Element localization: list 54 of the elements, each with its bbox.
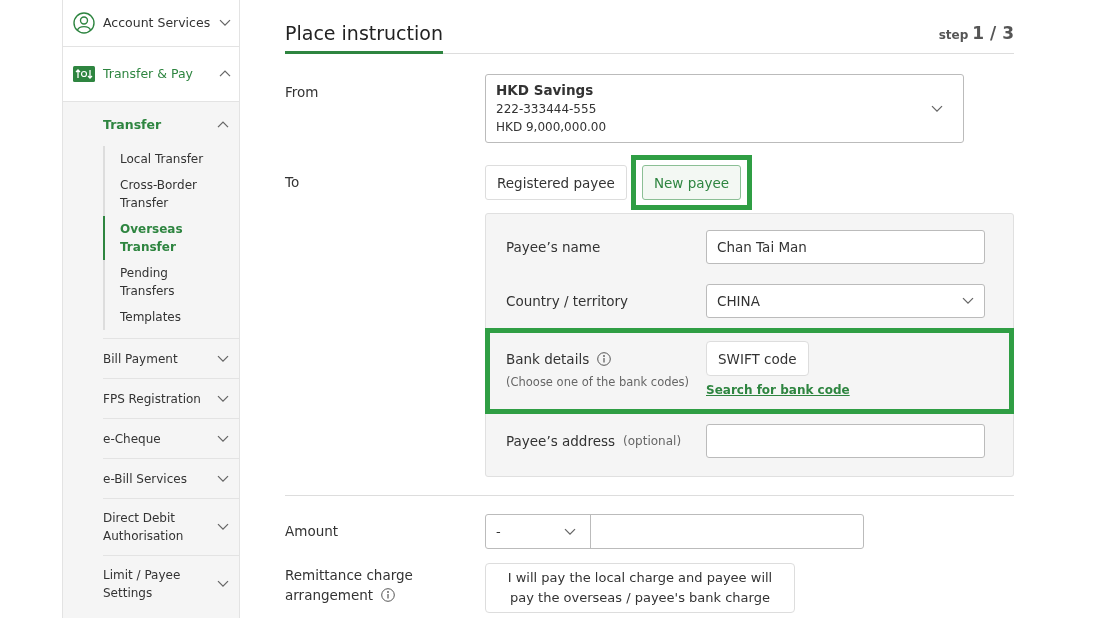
info-icon[interactable] <box>597 352 612 366</box>
field-label: arrangement <box>285 586 374 605</box>
sidebar-group[interactable]: e-Bill Services <box>103 458 239 498</box>
field-label: Payee’s address <box>506 432 616 451</box>
field-label: From <box>285 83 320 102</box>
field-label: Payee’s name <box>506 238 601 257</box>
sidebar-group[interactable]: Direct Debit Authorisation <box>103 498 239 555</box>
amount-field[interactable]: - <box>485 514 864 549</box>
payee-type-option[interactable]: New payee <box>641 165 742 200</box>
field-label: Country / territory <box>506 292 629 311</box>
chevron-icon <box>564 527 576 536</box>
sidebar-link[interactable]: Overseas Transfer <box>103 216 223 260</box>
sidebar-item[interactable]: Account Services <box>63 0 239 47</box>
user-icon <box>73 12 95 34</box>
step-counter: 1 / 3 <box>972 23 1014 43</box>
chevron-icon <box>962 297 974 305</box>
account-select[interactable]: HKD Savings 222-333444-555 HKD 9,000,000.00 <box>485 74 964 143</box>
field-hint: (Choose one of the bank codes) <box>506 375 691 389</box>
field-label: Amount <box>285 522 340 541</box>
chevron-icon <box>217 354 229 363</box>
step-label: step <box>938 28 969 42</box>
sidebar-group[interactable]: Bill Payment <box>103 338 239 378</box>
chevron-icon <box>931 104 943 113</box>
sidebar-link[interactable]: Cross-Border Transfer <box>103 172 223 216</box>
field-label: To <box>285 173 301 192</box>
field-label: Remittance charge <box>285 566 414 585</box>
info-icon[interactable] <box>381 588 396 602</box>
search-bank-code-link[interactable]: Search for bank code <box>706 383 850 397</box>
bank-code-button[interactable]: SWIFT code <box>706 341 809 376</box>
country-select[interactable]: CHINA <box>706 284 985 318</box>
sidebar-link[interactable]: Templates <box>103 304 223 330</box>
chevron-icon <box>217 474 229 483</box>
sidebar-group[interactable]: e-Cheque <box>103 418 239 458</box>
chevron-icon <box>217 434 229 443</box>
payee-type-option[interactable]: Registered payee <box>485 165 627 200</box>
sidebar-group[interactable]: FPS Registration <box>103 378 239 418</box>
money-transfer-icon <box>73 66 95 82</box>
optional-note: (optional) <box>623 434 682 448</box>
page-title: Place instruction <box>285 18 443 54</box>
charge-option[interactable]: I will pay the local charge and payee will pay the overseas / payee's bank charge <box>485 563 795 613</box>
chevron-icon <box>219 70 231 78</box>
text-field[interactable] <box>706 424 985 458</box>
sidebar-item[interactable]: Transfer & Pay <box>63 47 239 102</box>
sidebar-group[interactable]: Limit / Payee Settings <box>103 555 239 612</box>
text-field[interactable]: Chan Tai Man <box>706 230 985 264</box>
chevron-icon <box>217 580 229 588</box>
sidebar-link[interactable]: Pending Transfers <box>103 260 223 304</box>
chevron-icon <box>217 523 229 531</box>
field-label: Bank details <box>506 350 590 369</box>
sidebar-link[interactable]: Local Transfer <box>103 146 223 172</box>
chevron-icon <box>217 121 229 129</box>
chevron-icon <box>217 394 229 403</box>
chevron-icon <box>219 19 231 27</box>
sidebar-group[interactable]: Transfer <box>103 102 239 146</box>
